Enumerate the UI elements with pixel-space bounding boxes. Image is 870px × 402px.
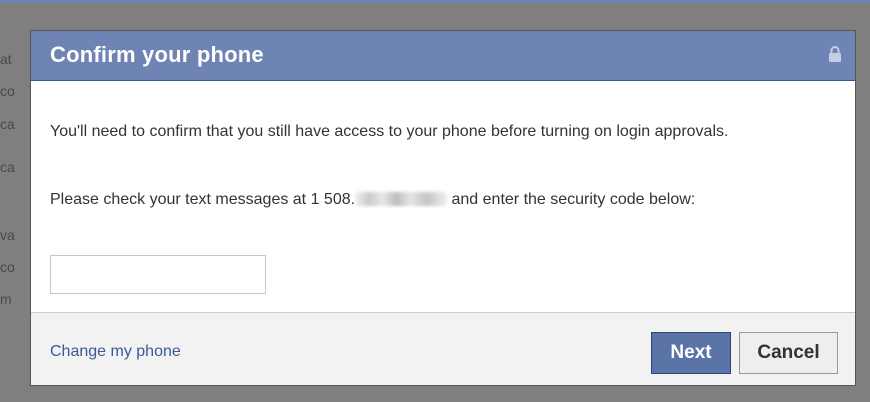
background-text: m — [0, 291, 12, 307]
lock-icon — [828, 45, 842, 63]
instructions-message: Please check your text messages at 1 508… — [50, 190, 830, 209]
instructions-suffix: and enter the security code below: — [447, 191, 696, 208]
background-text: ca — [0, 116, 15, 132]
instructions-prefix: Please check your text messages at 1 508… — [50, 191, 356, 208]
background-text: co — [0, 259, 15, 275]
security-code-input[interactable] — [50, 255, 266, 294]
redacted-phone-number — [355, 192, 448, 206]
next-button[interactable]: Next — [651, 332, 731, 374]
background-text: co — [0, 83, 15, 99]
dialog-title: Confirm your phone — [50, 42, 264, 67]
cancel-button[interactable]: Cancel — [739, 332, 838, 374]
dialog-body: You'll need to confirm that you still ha… — [31, 81, 855, 312]
background-text: at — [0, 51, 12, 67]
background-text: va — [0, 227, 15, 243]
dialog-header: Confirm your phone — [31, 31, 855, 81]
change-phone-link[interactable]: Change my phone — [50, 343, 181, 361]
background-text: ca — [0, 159, 15, 175]
confirm-message: You'll need to confirm that you still ha… — [50, 123, 729, 140]
confirm-phone-dialog: Confirm your phone You'll need to confir… — [30, 30, 856, 386]
dialog-footer: Change my phone Next Cancel — [31, 312, 855, 385]
